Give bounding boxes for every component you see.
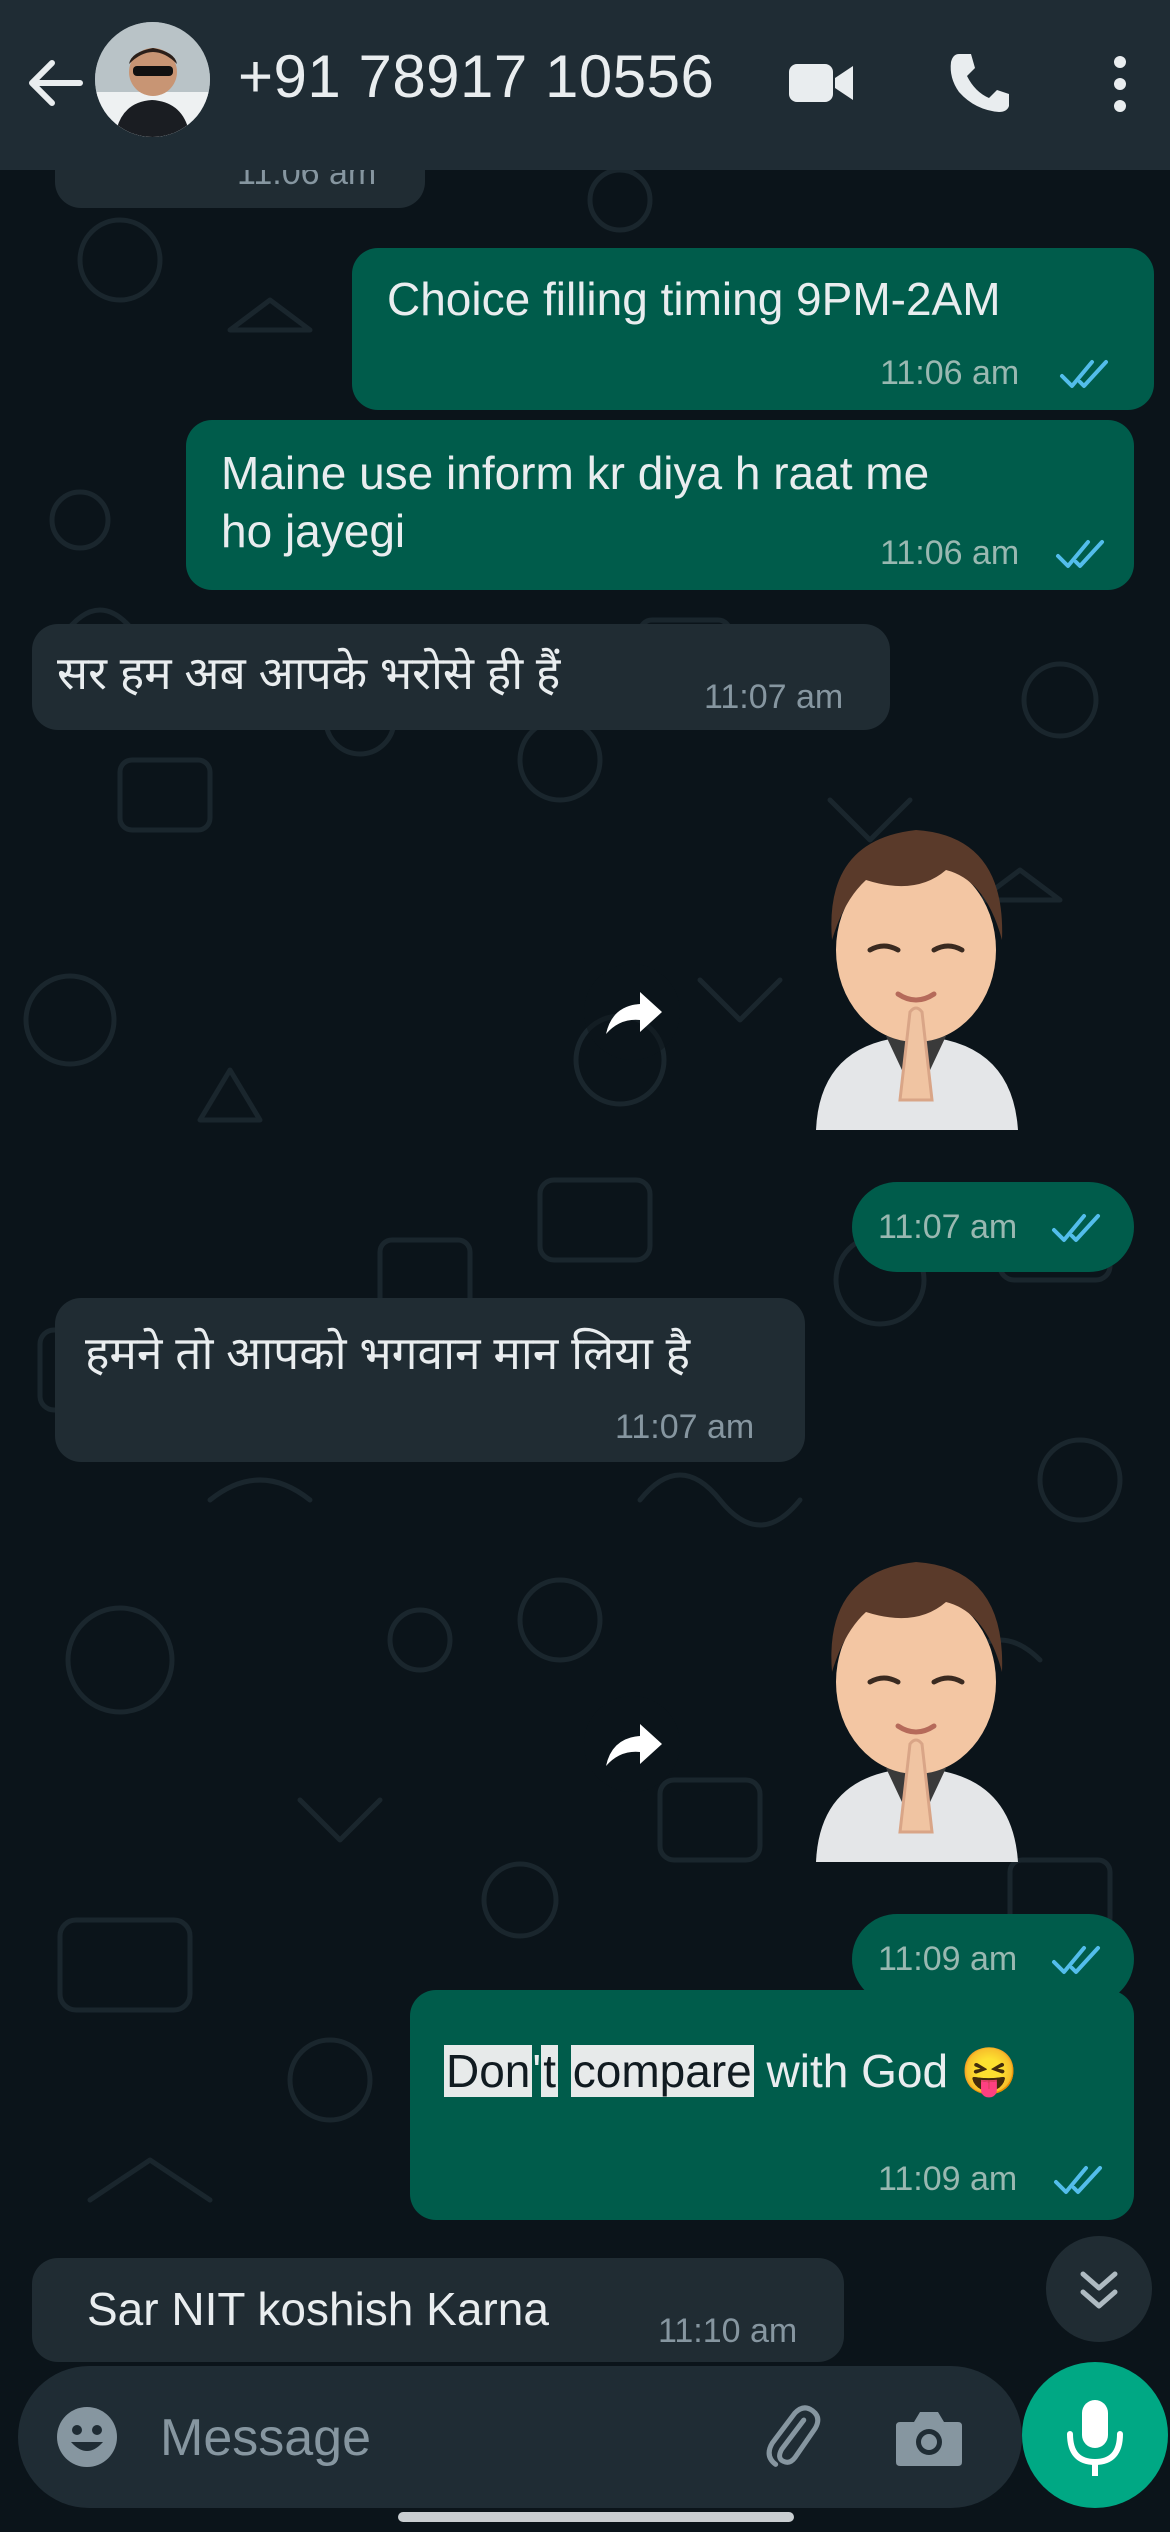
avatar-image — [95, 22, 210, 137]
message-incoming[interactable]: सर हम अब आपके भरोसे ही हैं 11:07 am — [32, 624, 890, 730]
message-time: 11:06 am — [880, 354, 1020, 392]
read-receipt-icon — [1056, 540, 1104, 568]
video-call-icon[interactable] — [785, 52, 857, 114]
microphone-icon — [1067, 2400, 1123, 2476]
read-receipt-icon — [1052, 1946, 1100, 1974]
forward-icon[interactable] — [582, 1694, 682, 1794]
double-chevron-down-icon — [1080, 2271, 1118, 2309]
sticker-timestamp: 11:07 am — [852, 1182, 1134, 1272]
highlighted-word: Don — [444, 2045, 533, 2097]
message-text: Choice filling timing 9PM-2AM — [387, 273, 1001, 325]
phone-icon[interactable] — [945, 48, 1011, 118]
message-text-line-2: ho jayegi — [221, 505, 406, 557]
message-outgoing[interactable]: Choice filling timing 9PM-2AM 11:06 am — [352, 248, 1154, 410]
forward-icon[interactable] — [582, 962, 682, 1062]
message-time: 11:09 am — [878, 1940, 1018, 1978]
message-text-rest: with God — [753, 2045, 961, 2097]
arrow-left-icon[interactable] — [22, 50, 88, 116]
message-input[interactable] — [158, 2404, 722, 2472]
message-outgoing[interactable]: Maine use inform kr diya h raat me ho ja… — [186, 420, 1134, 590]
highlighted-word: compare — [570, 2045, 754, 2097]
sticker-image[interactable] — [806, 1532, 1026, 1862]
message-text-line-1: Maine use inform kr diya h raat me — [221, 447, 930, 499]
message-time: 11:06 am — [880, 534, 1020, 572]
message-outgoing[interactable]: Don't compare with God 😝 11:09 am — [410, 1990, 1134, 2220]
message-incoming[interactable]: हमने तो आपको भगवान मान लिया है 11:07 am — [55, 1298, 805, 1462]
message-composer — [18, 2366, 1022, 2508]
highlighted-word: t — [541, 2045, 558, 2097]
message-time: 11:09 am — [878, 2160, 1018, 2198]
message-time: 11:07 am — [704, 678, 844, 716]
apostrophe: ' — [532, 2045, 542, 2097]
message-incoming[interactable]: Sar NIT koshish Karna 11:10 am — [32, 2258, 844, 2362]
message-time: 11:10 am — [658, 2312, 798, 2350]
message-time: 11:07 am — [878, 1208, 1018, 1246]
message-text: Don't compare with God 😝 — [444, 2042, 1018, 2100]
message-text: हमने तो आपको भगवान मान लिया है — [85, 1327, 690, 1379]
message-text: सर हम अब आपके भरोसे ही हैं — [57, 647, 561, 699]
home-indicator — [398, 2512, 794, 2522]
read-receipt-icon — [1054, 2166, 1102, 2194]
contact-name[interactable]: +91 78917 10556 — [238, 42, 714, 111]
paperclip-icon[interactable] — [756, 2402, 826, 2472]
avatar[interactable] — [95, 22, 210, 137]
emoji: 😝 — [960, 2045, 1019, 2097]
message-time: 11:07 am — [615, 1408, 755, 1446]
emoji-icon[interactable] — [54, 2404, 120, 2470]
chat-header: +91 78917 10556 — [0, 0, 1170, 170]
scroll-to-bottom-button[interactable] — [1046, 2236, 1152, 2342]
camera-icon[interactable] — [892, 2404, 966, 2470]
more-vertical-icon[interactable] — [1100, 48, 1140, 120]
message-text: Sar NIT koshish Karna — [87, 2283, 549, 2335]
sticker-image[interactable] — [806, 800, 1026, 1130]
voice-message-button[interactable] — [1022, 2362, 1168, 2508]
read-receipt-icon — [1060, 360, 1108, 388]
read-receipt-icon — [1052, 1214, 1100, 1242]
